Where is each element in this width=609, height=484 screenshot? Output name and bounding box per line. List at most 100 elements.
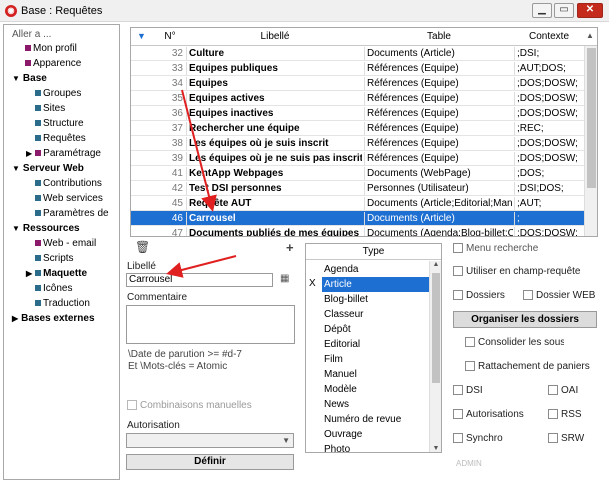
sidebar-group-base[interactable]: ▼ Base [12, 72, 47, 86]
sidebar-item-label: Paramétrage [43, 148, 101, 159]
sidebar-item-sites[interactable]: Sites [35, 102, 65, 116]
square-icon [35, 120, 41, 126]
sidebar-item-parametres[interactable]: Paramètres de [35, 207, 109, 221]
add-icon[interactable]: + [286, 240, 294, 255]
synchro-checkbox[interactable] [453, 433, 463, 443]
column-menu-icon[interactable]: ▼ [137, 31, 146, 41]
table-row[interactable]: 34 Equipes Références (Equipe) ;DOS;DOSW; [131, 76, 584, 91]
definir-button[interactable]: Définir [126, 454, 294, 470]
sidebar-item-apparence[interactable]: Apparence [25, 57, 81, 71]
sidebar-item-requetes[interactable]: Requêtes [35, 132, 86, 146]
table-row[interactable]: 32 Culture Documents (Article) ;DSI; [131, 46, 584, 61]
type-item[interactable]: Film [322, 352, 430, 367]
scroll-up-icon[interactable]: ▲ [586, 31, 594, 40]
table-row[interactable]: 46 Carrousel Documents (Article); [131, 211, 584, 226]
cell-contexte: ; [514, 212, 584, 225]
menu-recherche-checkbox[interactable] [453, 243, 463, 253]
type-item[interactable]: Agenda [322, 262, 430, 277]
sidebar-item-maquette[interactable]: ▶ Maquette [26, 267, 87, 281]
dsi-checkbox[interactable] [453, 385, 463, 395]
sidebar-group-bases-externes[interactable]: ▶ Bases externes [12, 312, 95, 326]
cell-libelle: Rechercher une équipe [186, 122, 362, 135]
table-row[interactable]: 38 Les équipes où je suis inscrit Référenc… [131, 136, 584, 151]
folder-icon[interactable]: ▦ [280, 273, 289, 284]
table-scrollbar[interactable] [584, 46, 597, 236]
table-row[interactable]: 42 Test DSI personnes Personnes (Utilisate… [131, 181, 584, 196]
type-scrollbar[interactable]: ▲ ▼ [429, 261, 441, 452]
table-row[interactable]: 45 Requête AUT Documents (Article;Editoria… [131, 196, 584, 211]
sidebar-item-label: Paramètres de [43, 208, 109, 219]
sidebar-group-ressources[interactable]: ▼ Ressources [12, 222, 80, 236]
cell-table: Documents (Agenda;Blog-billet;Cl... [364, 227, 513, 236]
sidebar-item-mon-profil[interactable]: Mon profil [25, 42, 77, 56]
cell-num: 35 [171, 93, 183, 104]
table-header: ▼ N° Libellé Table Contexte ▲ [131, 28, 597, 46]
cell-libelle: Les équipes où je suis inscrit [186, 137, 362, 150]
cell-contexte: ;DOS;DOSW; [514, 107, 584, 120]
rattachement-checkbox[interactable] [465, 361, 475, 371]
type-item[interactable]: Article [322, 277, 430, 292]
sidebar-group-serveur-web[interactable]: ▼ Serveur Web [12, 162, 84, 176]
scrollbar-thumb[interactable] [432, 273, 440, 383]
scroll-down-icon[interactable]: ▼ [430, 445, 441, 452]
title-bar: ◉ Base : Requêtes ▁ ▭ ✕ [0, 0, 609, 22]
cell-table: Références (Equipe) [364, 122, 513, 135]
dossiers-checkbox[interactable] [453, 290, 463, 300]
type-item[interactable]: Modèle [322, 382, 430, 397]
srw-checkbox[interactable] [548, 433, 558, 443]
table-row[interactable]: 47 Documents publiés de mes équipes Docume… [131, 226, 584, 236]
table-row[interactable]: 39 Les équipes où je ne suis pas inscrit R… [131, 151, 584, 166]
sidebar-item-icones[interactable]: Icônes [35, 282, 72, 296]
type-item[interactable]: News [322, 397, 430, 412]
table-row[interactable]: 33 Equipes publiques Références (Equipe) ;A… [131, 61, 584, 76]
oai-checkbox[interactable] [548, 385, 558, 395]
type-item[interactable]: Classeur [322, 307, 430, 322]
minimize-button[interactable]: ▁ [532, 3, 552, 18]
cell-libelle: Culture [186, 47, 362, 60]
sidebar-item-contributions[interactable]: Contributions [35, 177, 102, 191]
maximize-button[interactable]: ▭ [554, 3, 574, 18]
close-button[interactable]: ✕ [577, 3, 603, 18]
autorisations-checkbox[interactable] [453, 409, 463, 419]
combinaisons-checkbox[interactable] [127, 400, 137, 410]
autorisation-select[interactable]: ▼ [126, 433, 294, 448]
type-item[interactable]: Dépôt [322, 322, 430, 337]
sidebar-item-traduction[interactable]: Traduction [35, 297, 90, 311]
column-header-table[interactable]: Table [364, 31, 514, 42]
selected-mark: X [309, 278, 316, 289]
query-line-1: \Date de parution >= #d-7 [128, 349, 242, 360]
libelle-input[interactable]: Carrousel [126, 273, 273, 287]
table-row[interactable]: 35 Equipes actives Références (Equipe) ;DOS… [131, 91, 584, 106]
dossier-web-checkbox[interactable] [523, 290, 533, 300]
sidebar-item-parametrage[interactable]: ▶ Paramétrage [26, 147, 101, 161]
table-row[interactable]: 37 Rechercher une équipe Références (Equip… [131, 121, 584, 136]
organiser-dossiers-button[interactable]: Organiser les dossiers [453, 311, 597, 328]
trash-icon[interactable]: 🗑 [135, 240, 150, 254]
sidebar-item-web-services[interactable]: Web services [35, 192, 103, 206]
square-icon [35, 270, 42, 276]
rss-checkbox[interactable] [548, 409, 558, 419]
column-header-libelle[interactable]: Libellé [186, 31, 364, 42]
column-header-contexte[interactable]: Contexte [514, 31, 584, 42]
sidebar-item-groupes[interactable]: Groupes [35, 87, 81, 101]
type-item[interactable]: Ouvrage [322, 427, 430, 442]
square-icon [35, 135, 41, 141]
utiliser-champ-checkbox[interactable] [453, 266, 463, 276]
sidebar-search[interactable]: Aller a ... [12, 28, 51, 42]
consolider-checkbox[interactable] [465, 337, 475, 347]
commentaire-textarea[interactable] [126, 305, 295, 344]
column-header-num[interactable]: N° [155, 31, 185, 42]
sidebar-item-label: Groupes [43, 88, 82, 99]
type-item[interactable]: Photo [322, 442, 430, 452]
type-item[interactable]: Numéro de revue [322, 412, 430, 427]
type-item[interactable]: Blog-billet [322, 292, 430, 307]
type-item[interactable]: Manuel [322, 367, 430, 382]
table-row[interactable]: 41 KentApp Webpages Documents (WebPage) ;DO… [131, 166, 584, 181]
sidebar-item-structure[interactable]: Structure [35, 117, 84, 131]
sidebar-item-web-email[interactable]: Web - email [35, 237, 96, 251]
scrollbar-thumb[interactable] [587, 48, 596, 188]
table-row[interactable]: 36 Equipes inactives Références (Equipe) ;D… [131, 106, 584, 121]
type-item[interactable]: Editorial [322, 337, 430, 352]
scroll-up-icon[interactable]: ▲ [430, 261, 441, 268]
sidebar-item-scripts[interactable]: Scripts [35, 252, 74, 266]
